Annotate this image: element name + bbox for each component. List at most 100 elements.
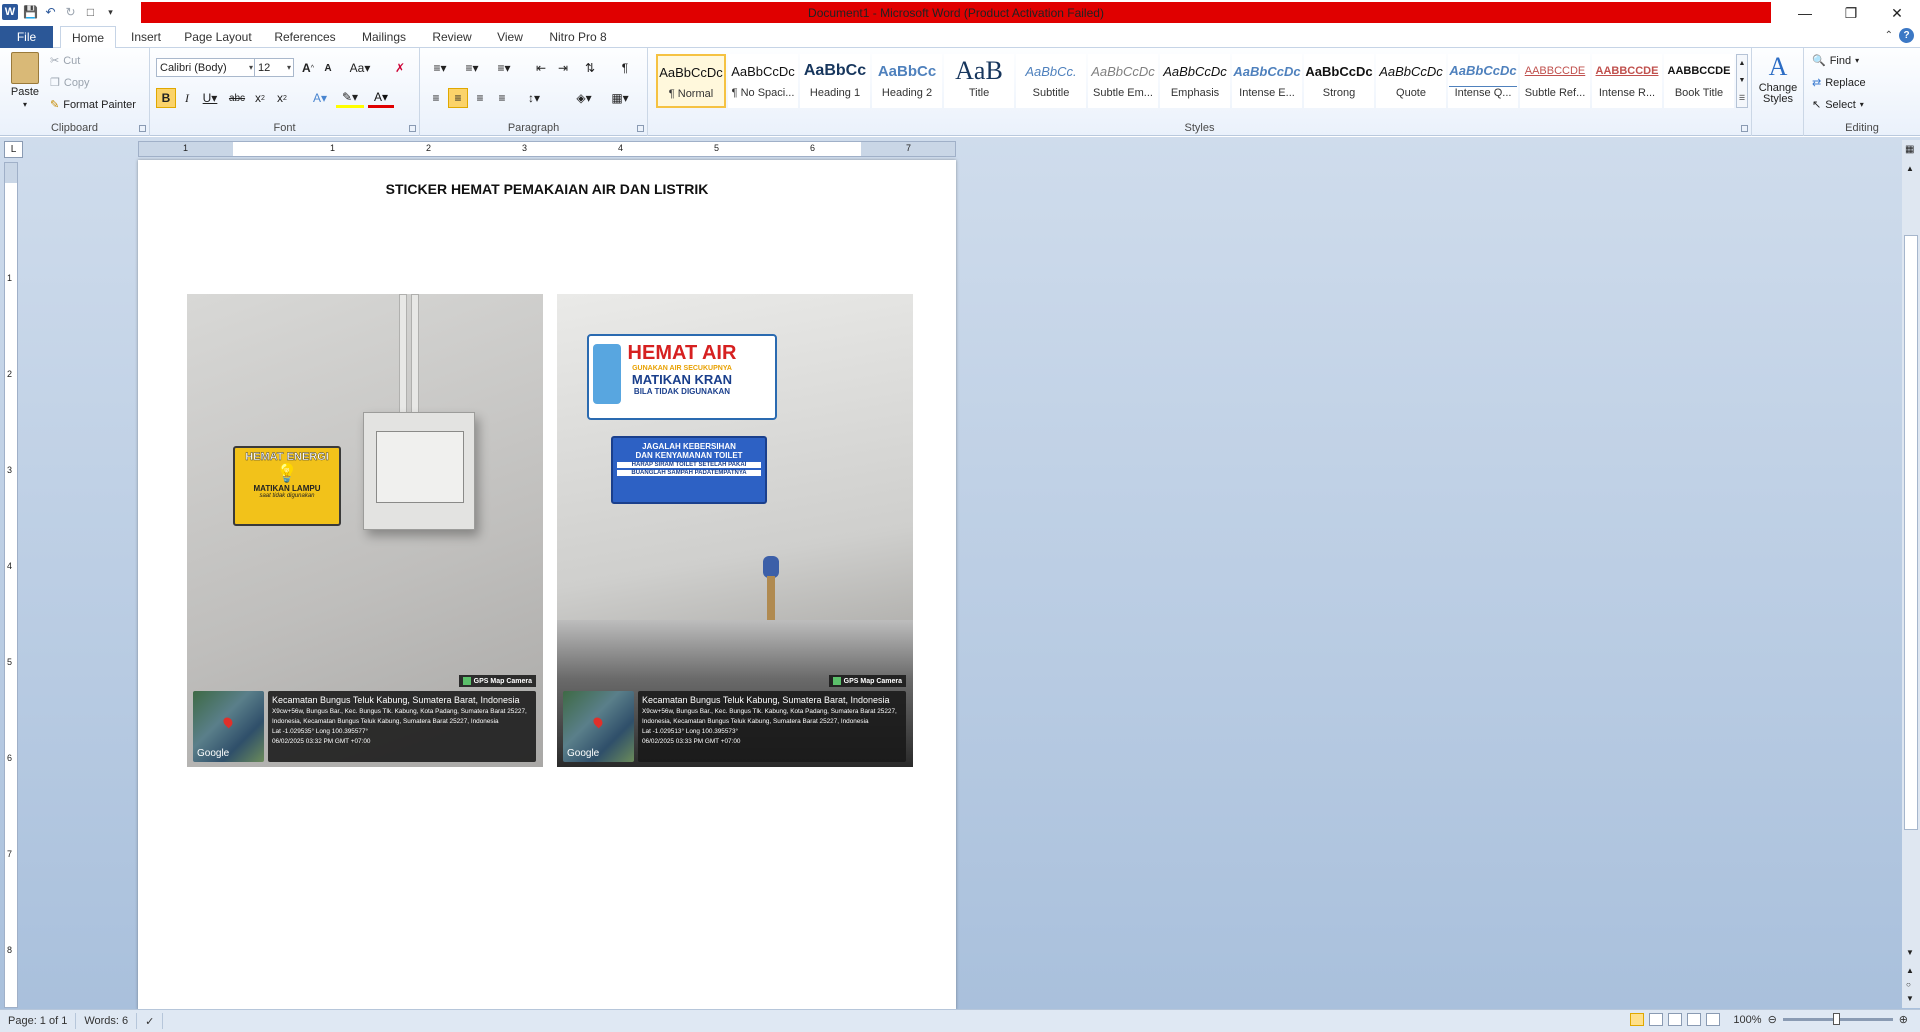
style-strong[interactable]: AaBbCcDc Strong <box>1304 54 1374 108</box>
tab-selector[interactable]: L <box>4 141 23 158</box>
style-emphasis[interactable]: AaBbCcDc Emphasis <box>1160 54 1230 108</box>
word-count[interactable]: Words: 6 <box>76 1013 138 1029</box>
replace-button[interactable]: ⇄ Replace <box>1812 76 1866 90</box>
styles-launcher[interactable] <box>1741 125 1748 132</box>
text-effects-icon[interactable]: A▾ <box>308 88 332 108</box>
zoom-slider-knob[interactable] <box>1832 1013 1840 1025</box>
vertical-ruler[interactable]: 1 2 3 4 5 6 7 8 <box>4 162 18 1008</box>
document-title[interactable]: STICKER HEMAT PEMAKAIAN AIR DAN LISTRIK <box>138 181 956 197</box>
find-button[interactable]: 🔍 Find ▾ <box>1812 54 1859 68</box>
format-painter-button[interactable]: ✎ Format Painter <box>50 98 136 112</box>
web-layout-icon[interactable] <box>1668 1013 1682 1026</box>
tab-file[interactable]: File <box>0 26 53 48</box>
change-case-icon[interactable]: Aa▾ <box>348 58 372 78</box>
subscript-button[interactable]: x2 <box>250 88 270 108</box>
align-center-icon[interactable]: ≡ <box>448 88 468 108</box>
horizontal-ruler[interactable]: 1 1 2 3 4 5 6 7 <box>138 141 956 157</box>
font-name-combo[interactable]: Calibri (Body) ▾ <box>156 58 256 77</box>
page-count[interactable]: Page: 1 of 1 <box>0 1013 77 1029</box>
font-launcher[interactable] <box>409 125 416 132</box>
justify-icon[interactable]: ≡ <box>492 88 512 108</box>
numbering-icon[interactable]: ≡▾ <box>458 58 486 78</box>
word-logo-icon[interactable]: W <box>2 4 18 20</box>
browse-object-icon[interactable]: ○ <box>1906 980 1911 989</box>
style-intense-reference[interactable]: AABBCCDE Intense R... <box>1592 54 1662 108</box>
paste-button[interactable]: Paste ▾ <box>6 52 44 109</box>
bullets-icon[interactable]: ≡▾ <box>426 58 454 78</box>
scroll-up-icon[interactable]: ▲ <box>1906 164 1914 173</box>
style-no-spacing[interactable]: AaBbCcDc ¶ No Spaci... <box>728 54 798 108</box>
vertical-scrollbar[interactable]: ▦ ▲ ▼ ▲ ○ ▼ <box>1902 140 1920 1008</box>
borders-icon[interactable]: ▦▾ <box>606 88 634 108</box>
style-book-title[interactable]: AABBCCDE Book Title <box>1664 54 1734 108</box>
superscript-button[interactable]: x2 <box>272 88 292 108</box>
italic-button[interactable]: I <box>178 88 196 108</box>
restore-button[interactable]: ❐ <box>1828 0 1874 26</box>
scrollbar-thumb[interactable] <box>1904 235 1918 830</box>
help-icon[interactable]: ? <box>1899 28 1914 43</box>
highlight-icon[interactable]: ✎▾ <box>336 88 364 108</box>
clipboard-launcher[interactable] <box>139 125 146 132</box>
paragraph-launcher[interactable] <box>637 125 644 132</box>
align-right-icon[interactable]: ≡ <box>470 88 490 108</box>
photo-water-tap[interactable]: HEMAT AIR GUNAKAN AIR SECUKUPNYA MATIKAN… <box>557 294 913 767</box>
tab-mailings[interactable]: Mailings <box>352 26 416 48</box>
zoom-level[interactable]: 100% <box>1733 1014 1761 1026</box>
document-page[interactable]: STICKER HEMAT PEMAKAIAN AIR DAN LISTRIK … <box>138 160 956 1010</box>
tab-nitro-pro[interactable]: Nitro Pro 8 <box>540 26 616 48</box>
change-styles-button[interactable]: A Change Styles <box>1756 52 1800 105</box>
bold-button[interactable]: B <box>156 88 176 108</box>
outline-icon[interactable] <box>1687 1013 1701 1026</box>
shading-icon[interactable]: ◈▾ <box>570 88 598 108</box>
tab-page-layout[interactable]: Page Layout <box>178 26 258 48</box>
shrink-font-icon[interactable]: A <box>320 58 336 78</box>
scroll-down-icon[interactable]: ▼ <box>1906 948 1914 957</box>
minimize-button[interactable]: — <box>1782 0 1828 26</box>
cut-button[interactable]: ✂ Cut <box>50 54 80 68</box>
copy-button[interactable]: ❐ Copy <box>50 76 90 90</box>
previous-page-icon[interactable]: ▲ <box>1906 966 1914 975</box>
sort-icon[interactable]: ⇅ <box>580 58 600 78</box>
draft-icon[interactable] <box>1706 1013 1720 1026</box>
new-document-icon[interactable]: □ <box>83 5 98 20</box>
customize-qat-icon[interactable]: ▾ <box>103 5 118 20</box>
select-button[interactable]: ↖ Select ▾ <box>1812 98 1864 112</box>
proofing-icon[interactable]: ✓ <box>137 1013 164 1029</box>
styles-scroll[interactable]: ▲ ▼ ☰ <box>1736 54 1748 108</box>
grow-font-icon[interactable]: A ^ <box>300 58 316 78</box>
undo-icon[interactable]: ↶ <box>43 5 58 20</box>
align-left-icon[interactable]: ≡ <box>426 88 446 108</box>
next-page-icon[interactable]: ▼ <box>1906 994 1914 1003</box>
zoom-out-icon[interactable]: ⊖ <box>1768 1013 1777 1026</box>
close-button[interactable]: ✕ <box>1874 0 1920 26</box>
line-spacing-icon[interactable]: ↕▾ <box>520 88 548 108</box>
multilevel-list-icon[interactable]: ≡▾ <box>490 58 518 78</box>
ruler-toggle-icon[interactable]: ▦ <box>1905 144 1914 155</box>
full-screen-reading-icon[interactable] <box>1649 1013 1663 1026</box>
redo-icon[interactable]: ↻ <box>63 5 78 20</box>
style-subtitle[interactable]: AaBbCc. Subtitle <box>1016 54 1086 108</box>
tab-review[interactable]: Review <box>424 26 480 48</box>
underline-button[interactable]: U▾ <box>198 88 222 108</box>
zoom-slider[interactable] <box>1782 1013 1893 1025</box>
strikethrough-button[interactable]: abc <box>226 88 248 108</box>
font-color-icon[interactable]: A▾ <box>368 88 394 108</box>
increase-indent-icon[interactable]: ⇥ <box>554 58 572 78</box>
style-intense-emphasis[interactable]: AaBbCcDc Intense E... <box>1232 54 1302 108</box>
style-quote[interactable]: AaBbCcDc Quote <box>1376 54 1446 108</box>
font-size-combo[interactable]: 12 ▾ <box>254 58 294 77</box>
style-heading-1[interactable]: AaBbCc Heading 1 <box>800 54 870 108</box>
clear-formatting-icon[interactable]: ✗ <box>390 58 410 78</box>
tab-insert[interactable]: Insert <box>122 26 170 48</box>
style-subtle-emphasis[interactable]: AaBbCcDc Subtle Em... <box>1088 54 1158 108</box>
zoom-in-icon[interactable]: ⊕ <box>1899 1013 1908 1026</box>
decrease-indent-icon[interactable]: ⇤ <box>532 58 550 78</box>
show-formatting-icon[interactable]: ¶ <box>616 58 634 78</box>
style-title[interactable]: AaB Title <box>944 54 1014 108</box>
style-heading-2[interactable]: AaBbCc Heading 2 <box>872 54 942 108</box>
tab-references[interactable]: References <box>266 26 344 48</box>
style-subtle-reference[interactable]: AABBCCDE Subtle Ref... <box>1520 54 1590 108</box>
style-intense-quote[interactable]: AaBbCcDc Intense Q... <box>1448 54 1518 108</box>
tab-home[interactable]: Home <box>60 26 116 49</box>
photo-light-switch[interactable]: HEMAT ENERGI 💡 MATIKAN LAMPU saat tidak … <box>187 294 543 767</box>
